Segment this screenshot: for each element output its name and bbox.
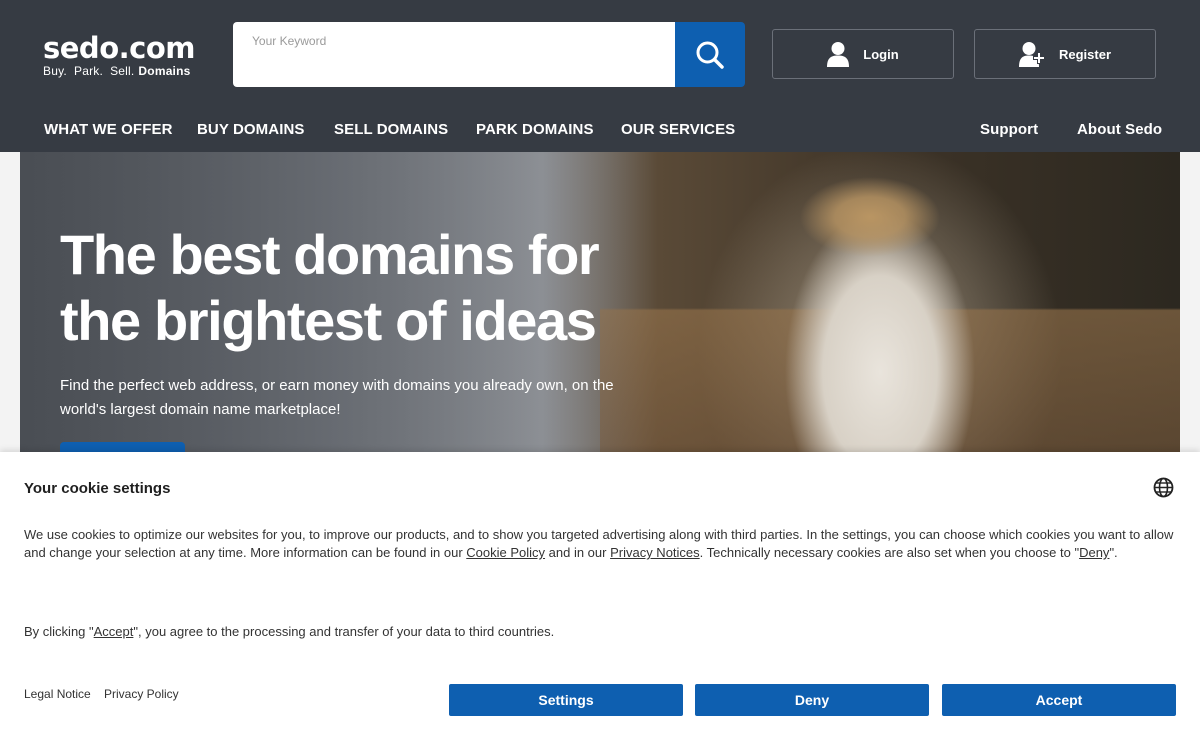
- nav-support[interactable]: Support: [980, 121, 1038, 138]
- nav-park-domains[interactable]: PARK DOMAINS: [476, 121, 594, 138]
- register-button[interactable]: Register: [974, 29, 1156, 79]
- nav-about-sedo[interactable]: About Sedo: [1077, 121, 1162, 138]
- keyword-search-input[interactable]: [233, 22, 675, 87]
- privacy-policy-link[interactable]: Privacy Policy: [104, 687, 179, 701]
- deny-inline-link[interactable]: Deny: [1079, 545, 1109, 560]
- privacy-notices-link[interactable]: Privacy Notices: [610, 545, 700, 560]
- login-button[interactable]: Login: [772, 29, 954, 79]
- cookie-settings-button[interactable]: Settings: [449, 684, 683, 716]
- add-user-icon: [1018, 41, 1045, 67]
- cookie-accept-button[interactable]: Accept: [942, 684, 1176, 716]
- cookie-banner: Your cookie settings We use cookies to o…: [0, 452, 1200, 740]
- cookie-deny-button[interactable]: Deny: [695, 684, 929, 716]
- logo-wordmark: sedo.com: [43, 31, 195, 65]
- register-label: Register: [1058, 46, 1112, 62]
- search-box: [233, 22, 675, 87]
- cookie-description: We use cookies to optimize our websites …: [24, 527, 1174, 560]
- nav-our-services[interactable]: OUR SERVICES: [621, 121, 735, 138]
- hero-banner: The best domains for the brightest of id…: [20, 152, 1180, 452]
- accept-inline-link[interactable]: Accept: [94, 624, 134, 639]
- nav-what-we-offer[interactable]: WHAT WE OFFER: [44, 121, 173, 138]
- hero-title: The best domains for the brightest of id…: [60, 223, 600, 352]
- logo-tagline: Buy. Park. Sell. Domains: [43, 64, 191, 78]
- main-nav: WHAT WE OFFER BUY DOMAINS SELL DOMAINS P…: [0, 118, 1200, 142]
- search-button[interactable]: [675, 22, 745, 87]
- hero-photo-person: [780, 172, 980, 452]
- nav-sell-domains[interactable]: SELL DOMAINS: [334, 121, 448, 138]
- nav-buy-domains[interactable]: BUY DOMAINS: [197, 121, 305, 138]
- cookie-consent-text: By clicking "Accept", you agree to the p…: [24, 624, 555, 639]
- hero-subtitle: Find the perfect web address, or earn mo…: [60, 377, 614, 418]
- cookie-title: Your cookie settings: [24, 480, 171, 497]
- legal-notice-link[interactable]: Legal Notice: [24, 687, 91, 701]
- user-icon: [827, 41, 850, 67]
- site-header: sedo.com Buy. Park. Sell.Domains Login: [0, 0, 1200, 152]
- search-icon: [696, 41, 724, 69]
- sedo-logo[interactable]: sedo.com Buy. Park. Sell. Domains: [43, 32, 195, 78]
- hero-cta-button[interactable]: [60, 442, 185, 452]
- login-label: Login: [863, 46, 899, 62]
- globe-icon[interactable]: [1153, 477, 1174, 503]
- cookie-policy-link[interactable]: Cookie Policy: [466, 545, 545, 560]
